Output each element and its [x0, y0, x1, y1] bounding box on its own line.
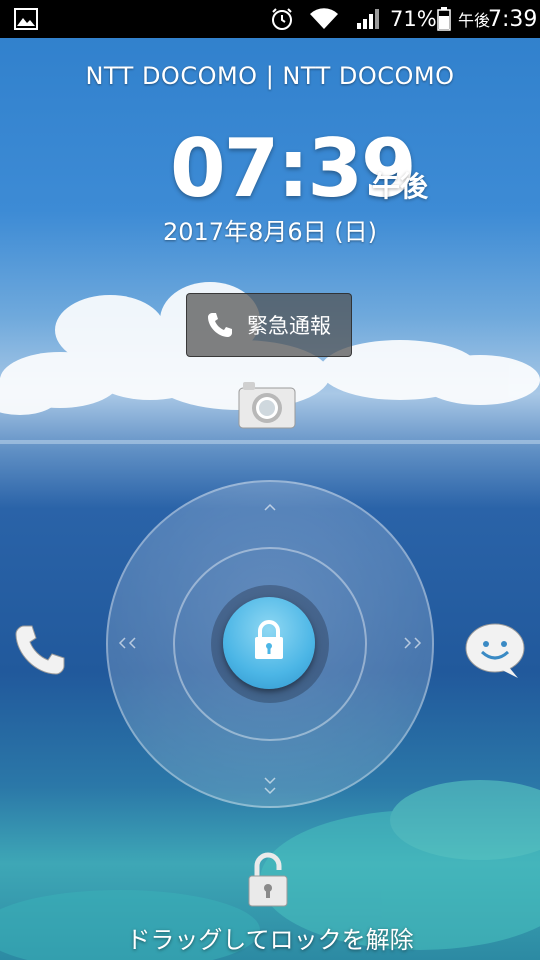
emergency-call-button[interactable]: 緊急通報	[186, 293, 352, 357]
lock-handle[interactable]	[223, 597, 315, 689]
gallery-icon	[14, 0, 38, 38]
battery-percent: 71%	[390, 7, 437, 31]
status-time: 7:39	[488, 6, 538, 32]
wifi-icon	[310, 0, 338, 38]
emergency-call-label: 緊急通報	[247, 314, 331, 338]
lock-icon	[251, 619, 287, 665]
carrier-label: NTT DOCOMO | NTT DOCOMO	[85, 62, 455, 90]
chevron-right-icon	[400, 636, 424, 654]
status-ampm: 午後	[458, 11, 491, 30]
chevron-down-icon	[263, 775, 277, 801]
chevron-left-icon	[116, 636, 140, 654]
battery-icon	[437, 0, 451, 38]
phone-icon[interactable]	[10, 620, 70, 684]
lockscreen-ampm: 午後	[372, 170, 429, 203]
status-bar: 71% 午後 7:39	[0, 0, 540, 38]
alarm-icon	[270, 0, 294, 38]
chevron-up-icon	[263, 500, 277, 516]
unlocked-padlock-icon	[243, 850, 293, 914]
camera-icon[interactable]	[237, 380, 297, 434]
unlock-hint: ドラッグしてロックを解除	[126, 926, 414, 954]
signal-icon	[357, 0, 381, 38]
phone-icon	[205, 310, 235, 340]
lockscreen-date: 2017年8月6日 (日)	[163, 218, 377, 246]
messaging-icon[interactable]	[464, 622, 526, 684]
